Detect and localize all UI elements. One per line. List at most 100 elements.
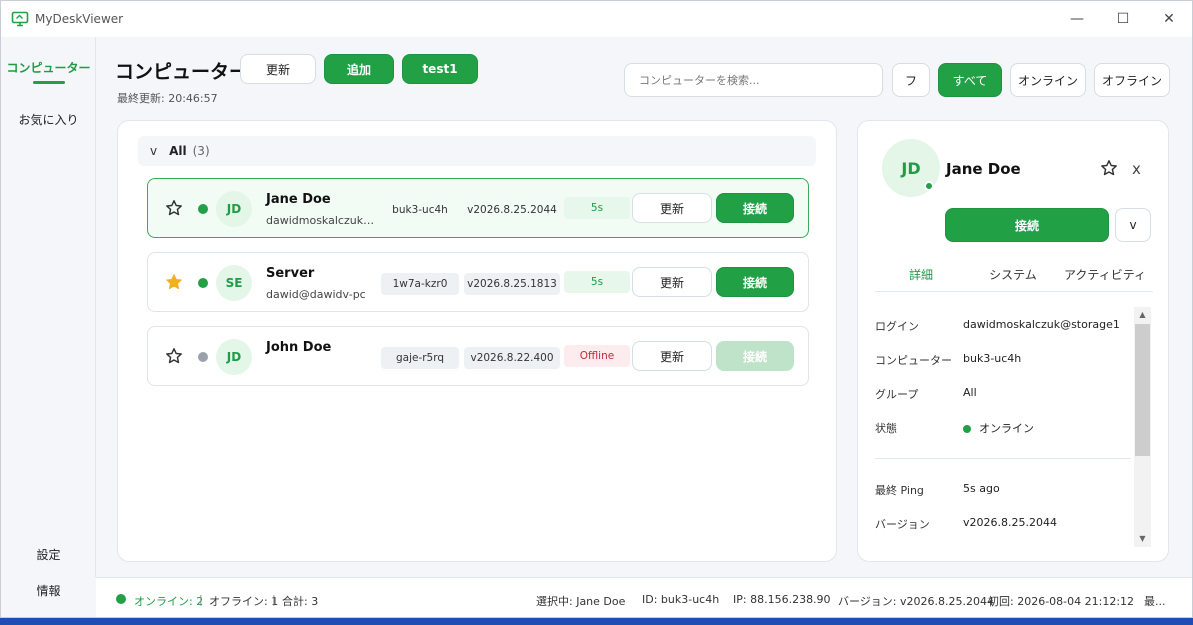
detail-connect-button[interactable]: 接続 (945, 208, 1109, 242)
status-text: オンライン (979, 422, 1034, 435)
row-refresh-button[interactable]: 更新 (632, 341, 712, 371)
monitor-icon (11, 11, 29, 27)
close-window-button[interactable]: ✕ (1146, 1, 1192, 37)
star-outline-icon[interactable] (165, 347, 183, 365)
selected-ip: IP: 88.156.238.90 (733, 593, 831, 606)
offline-badge: Offline (564, 345, 630, 367)
maximize-button[interactable]: ☐ (1100, 1, 1146, 37)
computer-row[interactable]: JD John Doe gaje-r5rq v2026.8.22.400 Off… (147, 326, 809, 386)
filter-offline-button[interactable]: オフライン (1094, 63, 1170, 97)
close-detail-button[interactable]: x (1132, 160, 1141, 178)
test1-button[interactable]: test1 (402, 54, 478, 84)
minimize-button[interactable]: — (1054, 1, 1100, 37)
field-value-status: オンライン (963, 420, 1034, 436)
sidebar-item-favorites[interactable]: お気に入り (1, 111, 96, 128)
computer-row[interactable]: SE Server dawid@dawidv-pc 1w7a-kzr0 v202… (147, 252, 809, 312)
computer-name: Server (266, 266, 315, 281)
refresh-button[interactable]: 更新 (240, 54, 316, 84)
computer-login: dawidmoskalczuk@storage1 (266, 214, 376, 227)
chevron-down-icon: v (150, 144, 158, 158)
total-count: 合計: 3 (282, 595, 319, 608)
field-label-version: バージョン (875, 518, 930, 531)
field-value-login: dawidmoskalczuk@storage1 (963, 318, 1120, 331)
row-refresh-button[interactable]: 更新 (632, 267, 712, 297)
group-name: All (169, 144, 187, 158)
tab-system[interactable]: システム (968, 266, 1058, 283)
computer-version: v2026.8.22.400 (464, 347, 560, 369)
group-count: (3) (192, 144, 210, 158)
avatar: JD (216, 339, 252, 375)
online-status-dot (198, 278, 208, 288)
section-divider (875, 458, 1131, 459)
tab-divider (875, 291, 1153, 292)
active-tab-indicator (33, 81, 65, 84)
selected-version: バージョン: v2026.8.25.2044 (838, 595, 994, 608)
online-count: オンライン: 2 (134, 595, 204, 608)
filter-online-button[interactable]: オンライン (1010, 63, 1086, 97)
ping-badge: 5s (564, 197, 630, 219)
row-connect-button[interactable]: 接続 (716, 193, 794, 223)
group-header[interactable]: v All (3) (138, 136, 816, 166)
computer-id: 1w7a-kzr0 (381, 273, 459, 295)
tab-activity[interactable]: アクティビティ (1060, 266, 1150, 283)
computer-login: dawid@dawidv-pc (266, 288, 366, 301)
first-seen: 初回: 2026-08-04 21:12:12 (988, 595, 1135, 608)
search-input[interactable] (624, 63, 883, 97)
title-bar: MyDeskViewer — ☐ ✕ (1, 1, 1192, 37)
star-outline-icon[interactable] (165, 199, 183, 217)
sidebar-item-computers[interactable]: コンピューター (1, 59, 96, 76)
page-title: コンピューター (115, 61, 249, 83)
detail-name: Jane Doe (946, 160, 1021, 178)
online-status-dot (198, 204, 208, 214)
scrollbar-thumb[interactable] (1135, 324, 1150, 456)
scroll-down-arrow-icon[interactable]: ▼ (1134, 531, 1151, 547)
separator: | (272, 593, 276, 606)
field-label-computer: コンピューター (875, 354, 952, 367)
detail-panel: JD Jane Doe x 接続 v 詳細 システム アクティビティ ログイン … (857, 120, 1169, 562)
filter-f-button[interactable]: フ (892, 63, 930, 97)
online-status-dot (116, 594, 126, 604)
computer-version: v2026.8.25.1813 (464, 273, 560, 295)
sidebar-item-settings[interactable]: 設定 (1, 546, 96, 563)
selected-id: ID: buk3-uc4h (642, 593, 720, 606)
star-outline-icon[interactable] (1100, 159, 1118, 177)
scroll-up-arrow-icon[interactable]: ▲ (1134, 307, 1151, 323)
computer-version: v2026.8.25.2044 (467, 204, 557, 216)
sidebar: コンピューター お気に入り 設定 情報 (1, 37, 96, 598)
filter-all-button[interactable]: すべて (938, 63, 1002, 97)
avatar: JD (216, 191, 252, 227)
computer-list-panel: v All (3) JD Jane Doe dawidmoskalczuk@st… (117, 120, 837, 562)
add-button[interactable]: 追加 (324, 54, 394, 84)
ping-badge: 5s (564, 271, 630, 293)
field-value-group: All (963, 386, 977, 399)
tab-details[interactable]: 詳細 (876, 266, 966, 283)
field-label-group: グループ (875, 388, 919, 401)
connect-options-button[interactable]: v (1115, 208, 1151, 242)
offline-count: オフライン: 1 (209, 595, 279, 608)
computer-id: buk3-uc4h (392, 204, 448, 216)
field-label-status: 状態 (875, 422, 897, 435)
app-title: MyDeskViewer (35, 12, 124, 26)
computer-name: Jane Doe (266, 192, 331, 207)
status-bar: オンライン: 2 | オフライン: 1 | 合計: 3 選択中: Jane Do… (96, 577, 1192, 617)
online-status-dot (963, 425, 971, 433)
computer-id: gaje-r5rq (381, 347, 459, 369)
selected-computer: 選択中: Jane Doe (536, 595, 626, 608)
online-status-dot (924, 181, 934, 191)
separator: | (199, 593, 203, 606)
computer-name: John Doe (266, 340, 332, 355)
last-updated-label: 最終更新: 20:46:57 (117, 92, 218, 105)
app-window: MyDeskViewer — ☐ ✕ コンピューター お気に入り 設定 情報 コ… (0, 0, 1193, 618)
field-label-login: ログイン (875, 320, 919, 333)
field-label-last-ping: 最終 Ping (875, 484, 924, 497)
star-filled-icon[interactable] (165, 273, 183, 291)
offline-status-dot (198, 352, 208, 362)
field-value-version: v2026.8.25.2044 (963, 516, 1057, 529)
sidebar-item-info[interactable]: 情報 (1, 582, 96, 599)
row-connect-button[interactable]: 接続 (716, 267, 794, 297)
computer-row[interactable]: JD Jane Doe dawidmoskalczuk@storage1 buk… (147, 178, 809, 238)
field-value-last-ping: 5s ago (963, 482, 1000, 495)
row-refresh-button[interactable]: 更新 (632, 193, 712, 223)
avatar: SE (216, 265, 252, 301)
field-value-computer: buk3-uc4h (963, 352, 1022, 365)
